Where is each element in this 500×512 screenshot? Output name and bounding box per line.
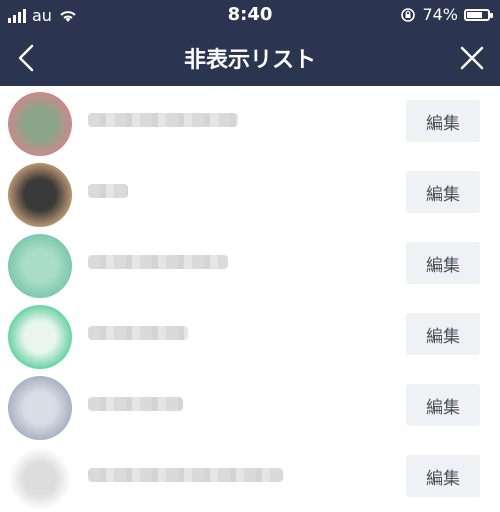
status-right: 74% — [400, 5, 493, 24]
nav-bar: 非表示リスト — [0, 30, 500, 86]
top-bar: au 8:40 74% 非表示リスト — [0, 0, 500, 86]
close-icon[interactable] — [452, 38, 492, 78]
list-item: 編集 — [0, 299, 500, 370]
contact-name — [88, 468, 283, 482]
list-item: 編集 — [0, 370, 500, 441]
battery-percent: 74% — [422, 5, 458, 24]
contact-name — [88, 326, 188, 340]
list-item: 編集 — [0, 157, 500, 228]
battery-icon — [464, 8, 493, 21]
contact-name — [88, 113, 238, 127]
avatar — [8, 234, 72, 298]
contact-name — [88, 397, 183, 411]
list-item: 編集 — [0, 228, 500, 299]
avatar — [8, 447, 72, 511]
battery-fill — [467, 11, 482, 18]
edit-button[interactable]: 編集 — [406, 384, 480, 426]
avatar — [8, 92, 72, 156]
avatar — [8, 163, 72, 227]
edit-button[interactable]: 編集 — [406, 242, 480, 284]
contact-name — [88, 184, 128, 198]
page-title: 非表示リスト — [183, 48, 316, 73]
avatar — [8, 305, 72, 369]
edit-button[interactable]: 編集 — [406, 313, 480, 355]
list-item: 編集 — [0, 86, 500, 157]
edit-button[interactable]: 編集 — [406, 171, 480, 213]
status-bar: au 8:40 74% — [0, 0, 500, 30]
list-item: 編集 — [0, 441, 500, 512]
avatar — [8, 376, 72, 440]
edit-button[interactable]: 編集 — [406, 455, 480, 497]
contact-name — [88, 255, 228, 269]
edit-button[interactable]: 編集 — [406, 100, 480, 142]
rotation-lock-icon — [401, 7, 416, 22]
hidden-friends-list: 編集 編集 編集 編集 編集 編集 — [0, 86, 500, 512]
